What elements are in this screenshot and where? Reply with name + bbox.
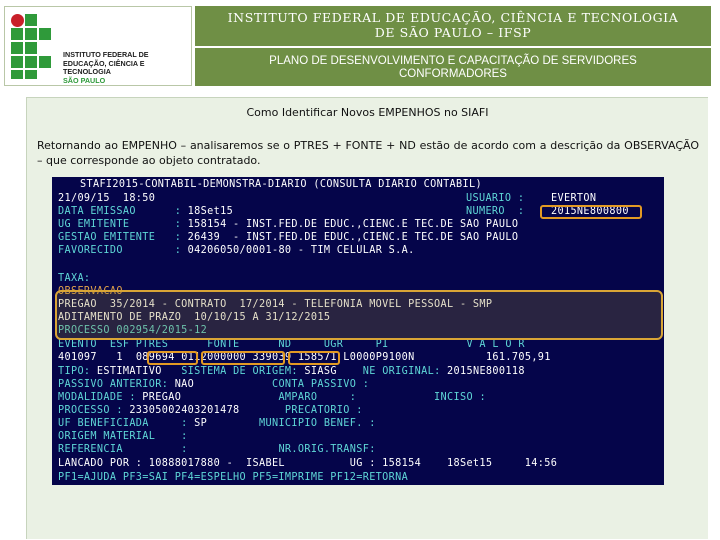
uf-beneficiada-value: SP	[194, 418, 208, 429]
favorecido-label: FAVORECIDO :	[58, 245, 188, 256]
origem-material-label: ORIGEM MATERIAL :	[58, 431, 188, 442]
nr-orig-transf-label: NR.ORIG.TRANSF:	[187, 444, 376, 455]
ne-original-value: 2015NE800118	[447, 366, 525, 377]
function-keys-line: PF1=AJUDA PF3=SAI PF4=ESPELHO PF5=IMPRIM…	[58, 472, 409, 483]
terminal-line-ug-emitente: UG EMITENTE : 158154 - INST.FED.DE EDUC.…	[58, 218, 518, 231]
header: INSTITUTO FEDERAL DE EDUCAÇÃO, CIÊNCIA E…	[0, 0, 720, 88]
program-subtitle-line-2: CONFORMADORES	[399, 68, 507, 80]
program-subtitle-line-1: PLANO DE DESENVOLVIMENTO E CAPACITAÇÃO D…	[269, 55, 637, 67]
sistema-origem-value: SIASG	[304, 366, 337, 377]
taxa-label: TAXA:	[58, 273, 91, 284]
user-value: EVERTON	[551, 193, 597, 204]
terminal-line-passivo: PASSIVO ANTERIOR: NAO CONTA PASSIVO :	[58, 378, 369, 391]
emission-label: DATA EMISSAO :	[58, 206, 188, 217]
terminal-line-modalidade: MODALIDADE : PREGAO AMPARO : INCISO :	[58, 391, 486, 404]
terminal-header-line: STAFI2015-CONTABIL-DEMONSTRA-DIARIO (CON…	[80, 179, 482, 190]
institution-title-line-2: DE SÃO PAULO – IFSP	[374, 25, 532, 40]
tipo-label: TIPO:	[58, 366, 97, 377]
municipio-benef-label: MUNICIPIO BENEF. :	[207, 418, 376, 429]
precatorio-label: PRECATORIO :	[239, 405, 363, 416]
tipo-value: ESTIMATIVO	[96, 366, 162, 377]
terminal-line-processo: PROCESSO : 23305002403201478 PRECATORIO …	[58, 404, 363, 417]
institution-title-line-1: INSTITUTO FEDERAL DE EDUCAÇÃO, CIÊNCIA E…	[227, 10, 679, 25]
terminal-line-referencia: REFERENCIA : NR.ORIG.TRANSF:	[58, 443, 376, 456]
ug-emitente-value: 158154 - INST.FED.DE EDUC.,CIENC.E TEC.D…	[187, 219, 519, 230]
lancado-por-line: LANCADO POR : 10888017880 - ISABEL UG : …	[58, 458, 558, 469]
sistema-origem-label: SISTEMA DE ORIGEM:	[161, 366, 305, 377]
processo-label: PROCESSO :	[58, 405, 130, 416]
referencia-label: REFERENCIA :	[58, 444, 188, 455]
processo-value: 23305002403201478	[129, 405, 240, 416]
slide-paragraph: Retornando ao EMPENHO – analisaremos se …	[37, 139, 699, 167]
passivo-anterior-label: PASSIVO ANTERIOR:	[58, 379, 175, 390]
program-subtitle-band: PLANO DE DESENVOLVIMENTO E CAPACITAÇÃO D…	[195, 48, 711, 86]
modalidade-label: MODALIDADE :	[58, 392, 143, 403]
user-label: USUARIO :	[466, 193, 531, 204]
number-label: NUMERO :	[466, 206, 531, 217]
institution-title: INSTITUTO FEDERAL DE EDUCAÇÃO, CIÊNCIA E…	[195, 10, 711, 40]
terminal-line-tipo: TIPO: ESTIMATIVO SISTEMA DE ORIGEM: SIAS…	[58, 365, 525, 378]
program-subtitle: PLANO DE DESENVOLVIMENTO E CAPACITAÇÃO D…	[195, 55, 711, 81]
ug-emitente-label: UG EMITENTE :	[58, 219, 188, 230]
nd-highlight	[288, 351, 340, 365]
slide-title: Como Identificar Novos EMPENHOS no SIAFI	[246, 106, 489, 119]
amparo-inciso-labels: AMPARO : INCISO :	[181, 392, 486, 403]
logo-text: INSTITUTO FEDERAL DE EDUCAÇÃO, CIÊNCIA E…	[63, 50, 191, 85]
ne-original-label: NE ORIGINAL:	[336, 366, 448, 377]
gestao-label: GESTAO EMITENTE :	[58, 232, 188, 243]
terminal-line-uf: UF BENEFICIADA : SP MUNICIPIO BENEF. :	[58, 417, 376, 430]
modalidade-value: PREGAO	[142, 392, 182, 403]
observacao-highlight-box	[55, 290, 663, 340]
gestao-value: 26439 - INST.FED.DE EDUC.,CIENC.E TEC.DE…	[187, 232, 519, 243]
terminal-line-favorecido: FAVORECIDO : 04206050/0001-80 - TIM CELU…	[58, 244, 415, 257]
terminal-line-emission: DATA EMISSAO : 18Set15 NUMERO : 2015NE800…	[58, 205, 628, 218]
logo-mark-icon	[11, 14, 59, 80]
institution-title-band: INSTITUTO FEDERAL DE EDUCAÇÃO, CIÊNCIA E…	[195, 6, 711, 46]
terminal-date: 21/09/15 18:50	[58, 193, 156, 204]
fonte-highlight	[201, 351, 285, 365]
logo-line-2: EDUCAÇÃO, CIÊNCIA E TECNOLOGIA	[63, 58, 145, 77]
favorecido-value: 04206050/0001-80 - TIM CELULAR S.A.	[187, 245, 415, 256]
evento-value: 401097 1	[58, 352, 136, 363]
ptres-highlight	[147, 351, 198, 365]
numero-highlight	[540, 205, 642, 219]
conta-passivo-label: CONTA PASSIVO :	[194, 379, 370, 390]
terminal-line-gestao: GESTAO EMITENTE : 26439 - INST.FED.DE ED…	[58, 231, 518, 244]
uf-beneficiada-label: UF BENEFICIADA :	[58, 418, 195, 429]
terminal-line-date-user: 21/09/15 18:50 USUARIO : EVERTON	[58, 192, 596, 205]
emission-value: 18Set15	[187, 206, 234, 217]
logo-line-3: SÃO PAULO	[63, 75, 106, 85]
ifsp-logo: INSTITUTO FEDERAL DE EDUCAÇÃO, CIÊNCIA E…	[4, 6, 192, 86]
passivo-anterior-value: NAO	[174, 379, 195, 390]
